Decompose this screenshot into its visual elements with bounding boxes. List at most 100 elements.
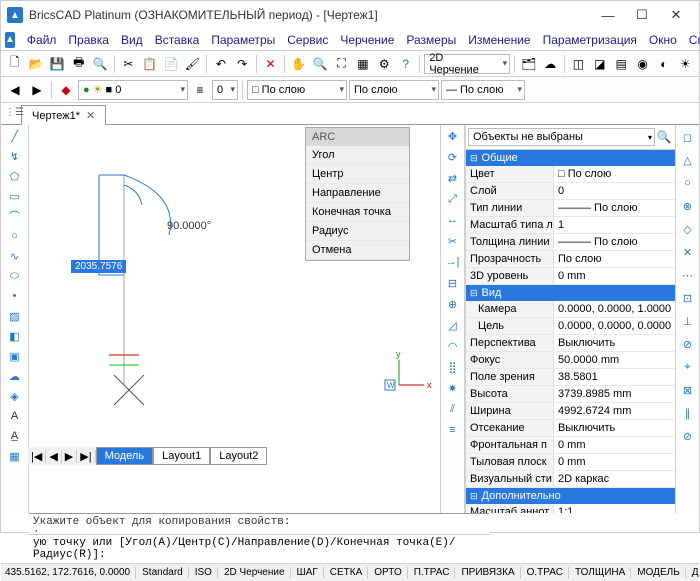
snap-cen-icon[interactable]: ○ — [678, 173, 698, 193]
delete-icon[interactable]: ✕ — [261, 54, 280, 74]
trim-icon[interactable]: ✂ — [443, 232, 463, 250]
tab-close-icon[interactable]: ✕ — [86, 110, 95, 122]
revcloud-icon[interactable]: ☁ — [4, 367, 26, 385]
block-icon[interactable]: ◫ — [569, 54, 588, 74]
open-icon[interactable]: 📂 — [26, 54, 45, 74]
matchprop-icon[interactable]: 🖌 — [183, 54, 202, 74]
status-ortho[interactable]: ОРТО — [374, 567, 407, 578]
status-otrack[interactable]: О.ТРАС — [527, 567, 569, 578]
arc-icon[interactable]: ⌒ — [4, 207, 26, 225]
width-combo[interactable]: 0 — [212, 80, 238, 100]
help-icon[interactable]: ? — [396, 54, 415, 74]
tab-layout1[interactable]: Layout1 — [153, 447, 210, 465]
extend-icon[interactable]: →| — [443, 253, 463, 271]
sheet-icon[interactable]: ▤ — [612, 54, 631, 74]
snap-mid-icon[interactable]: △ — [678, 150, 698, 170]
status-standard[interactable]: Standard — [142, 567, 189, 578]
scale-icon[interactable]: ⤢ — [443, 190, 463, 208]
layers-icon[interactable]: ▦ — [353, 54, 372, 74]
menu-modify[interactable]: Изменение — [462, 31, 536, 49]
print-icon[interactable]: 🖶 — [69, 54, 88, 74]
cat-extra[interactable]: Дополнительно — [466, 488, 675, 504]
wipeout-icon[interactable]: ◈ — [4, 387, 26, 405]
text-icon[interactable]: A — [4, 407, 26, 425]
command-input[interactable]: ую точку или [Угол(A)/Центр(C)/Направлен… — [29, 534, 489, 563]
status-grid[interactable]: СЕТКА — [330, 567, 369, 578]
tab-layout2[interactable]: Layout2 — [210, 447, 267, 465]
coords-display[interactable]: 435.5162, 172.7616, 0.0000 — [5, 567, 136, 578]
array-icon[interactable]: ⣿ — [443, 358, 463, 376]
move-icon[interactable]: ✥ — [443, 127, 463, 145]
boundary-icon[interactable]: ▣ — [4, 347, 26, 365]
mtext-icon[interactable]: A̲ — [4, 427, 26, 445]
menu-service[interactable]: Сервис — [281, 31, 334, 49]
preview-icon[interactable]: 🔍 — [90, 54, 109, 74]
circle-icon[interactable]: ○ — [4, 227, 26, 245]
align-icon[interactable]: ≡ — [443, 421, 463, 439]
tabmenu-icon[interactable]: ⋮☰ — [5, 107, 24, 118]
snap-end-icon[interactable]: ◻ — [678, 127, 698, 147]
status-draft[interactable]: 2D Черчение — [224, 567, 291, 578]
redo-icon[interactable]: ↷ — [233, 54, 252, 74]
tab-prev-icon[interactable]: ◀ — [46, 450, 61, 463]
ctx-angle[interactable]: Угол — [306, 146, 409, 165]
linetype-combo[interactable]: □По слою — [247, 80, 347, 100]
menu-insert[interactable]: Вставка — [149, 31, 206, 49]
tab-next-icon[interactable]: ▶ — [62, 450, 77, 463]
ctx-endpoint[interactable]: Конечная точка — [306, 203, 409, 222]
tab-first-icon[interactable]: |◀ — [28, 450, 46, 463]
menu-parametrize[interactable]: Параметризация — [537, 31, 643, 49]
ellipse-icon[interactable]: ⬭ — [4, 267, 26, 285]
quickselect-icon[interactable]: 🔍 — [655, 127, 673, 147]
snap-tan-icon[interactable]: ⊘ — [678, 334, 698, 354]
status-model[interactable]: МОДЕЛЬ — [637, 567, 685, 578]
rotate-icon[interactable]: ⟳ — [443, 148, 463, 166]
tab-last-icon[interactable]: ▶| — [77, 450, 95, 463]
xref-icon[interactable]: ◪ — [590, 54, 609, 74]
mirror-icon[interactable]: ⇄ — [443, 169, 463, 187]
fillet-icon[interactable]: ◠ — [443, 337, 463, 355]
ctx-center[interactable]: Центр — [306, 165, 409, 184]
pan-icon[interactable]: ✋ — [289, 54, 308, 74]
snap-non-icon[interactable]: ⊘ — [678, 426, 698, 446]
settings-icon[interactable]: ⚙ — [375, 54, 394, 74]
color-icon[interactable]: ◆ — [56, 80, 76, 100]
snap-app-icon[interactable]: ⊠ — [678, 380, 698, 400]
status-iso[interactable]: ISO — [195, 567, 218, 578]
menu-dim[interactable]: Размеры — [400, 31, 462, 49]
ctx-cancel[interactable]: Отмена — [306, 241, 409, 260]
extents-icon[interactable]: ⛶ — [332, 54, 351, 74]
snap-ins-icon[interactable]: ⊡ — [678, 288, 698, 308]
selection-combo[interactable]: Объекты не выбраны — [468, 128, 655, 146]
snap-ext-icon[interactable]: ⋯ — [678, 265, 698, 285]
snap-qua-icon[interactable]: ◇ — [678, 219, 698, 239]
light-icon[interactable]: ☀ — [676, 54, 695, 74]
join-icon[interactable]: ⊕ — [443, 295, 463, 313]
point-icon[interactable]: • — [4, 287, 26, 305]
doc-tab[interactable]: Чертеж1*✕ — [21, 105, 106, 125]
snap-par-icon[interactable]: ∥ — [678, 403, 698, 423]
cat-view[interactable]: Вид — [466, 285, 675, 301]
snap-nea-icon[interactable]: ⌖ — [678, 357, 698, 377]
chamfer-icon[interactable]: ◿ — [443, 316, 463, 334]
table-icon[interactable]: ▦ — [4, 447, 26, 465]
ctx-radius[interactable]: Радиус — [306, 222, 409, 241]
polygon-icon[interactable]: ⬠ — [4, 167, 26, 185]
minimize-button[interactable]: — — [591, 4, 625, 26]
layer-state-icon[interactable]: ≡ — [190, 80, 210, 100]
status-snap[interactable]: ШАГ — [297, 567, 324, 578]
save-icon[interactable]: 💾 — [48, 54, 67, 74]
status-osnap[interactable]: ПРИВЯЗКА — [461, 567, 520, 578]
lineweight-combo[interactable]: По слою — [349, 80, 439, 100]
status-ducs[interactable]: ДинПСК — [692, 567, 699, 578]
menu-window[interactable]: Окно — [643, 31, 683, 49]
tab-model[interactable]: Модель — [96, 447, 153, 465]
snap-per-icon[interactable]: ⊥ — [678, 311, 698, 331]
snap-nod-icon[interactable]: ⊗ — [678, 196, 698, 216]
menu-draw[interactable]: Черчение — [334, 31, 400, 49]
spline-icon[interactable]: ∿ — [4, 247, 26, 265]
close-button[interactable]: ✕ — [659, 4, 693, 26]
offset-icon[interactable]: ⫽ — [443, 400, 463, 418]
status-lwt[interactable]: ТОЛЩИНА — [575, 567, 631, 578]
menu-help[interactable]: Справка — [683, 31, 700, 49]
